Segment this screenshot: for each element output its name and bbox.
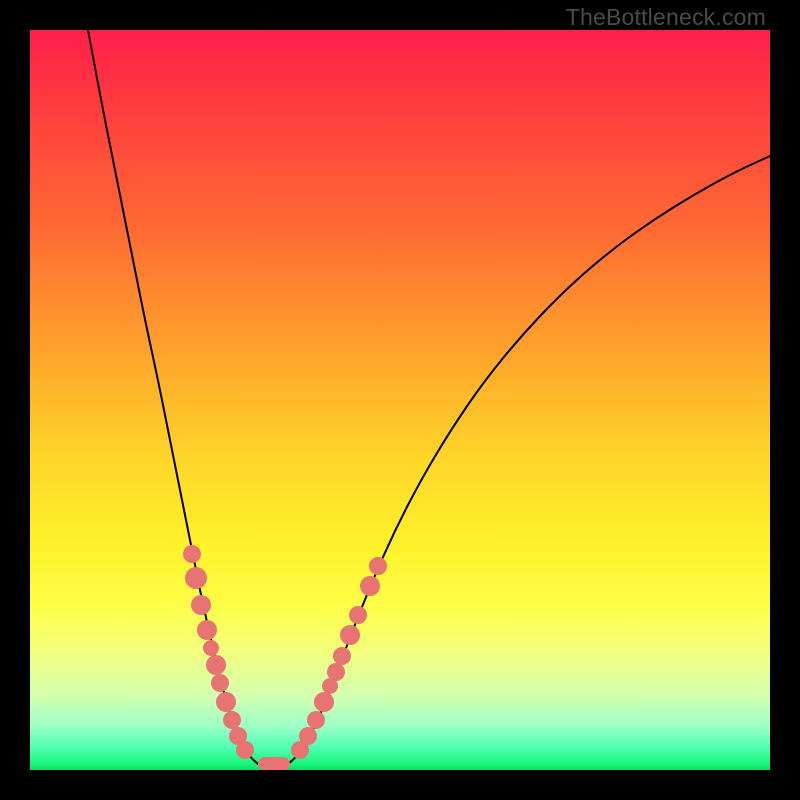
data-dot (340, 625, 360, 645)
data-dot (216, 692, 236, 712)
bottom-flat-pill (258, 757, 290, 770)
data-dot (211, 674, 229, 692)
data-dot (360, 576, 380, 596)
data-dot (203, 640, 219, 656)
data-dot (299, 727, 317, 745)
bottleneck-curve-svg (30, 30, 770, 770)
data-dot (197, 620, 217, 640)
data-dot (185, 567, 207, 589)
data-dot (333, 647, 351, 665)
curve-path (88, 30, 770, 764)
data-dot (191, 595, 211, 615)
data-dot (206, 655, 226, 675)
data-dot (236, 741, 254, 759)
data-dot (327, 663, 345, 681)
data-dot (183, 545, 201, 563)
data-dot (307, 711, 325, 729)
chart-frame: TheBottleneck.com (0, 0, 800, 800)
data-dot (349, 606, 367, 624)
plot-area (30, 30, 770, 770)
watermark-text: TheBottleneck.com (566, 4, 766, 31)
data-dot (314, 692, 334, 712)
data-dot (369, 557, 387, 575)
data-dot (223, 711, 241, 729)
data-dots (183, 545, 387, 759)
